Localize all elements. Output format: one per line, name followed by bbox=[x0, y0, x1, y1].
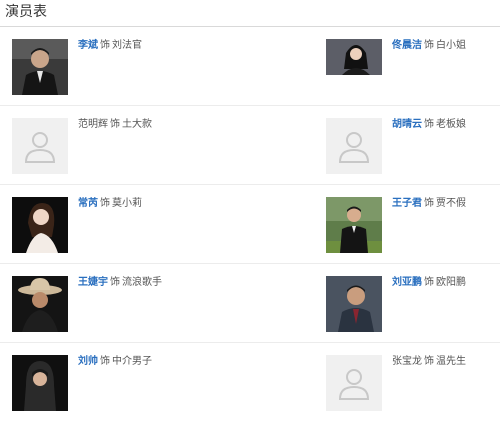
actor-photo-image bbox=[12, 355, 68, 411]
cast-card: 佟晨洁饰白小姐 bbox=[326, 27, 500, 105]
role-name: 欧阳鹏 bbox=[436, 277, 466, 288]
actor-name-link[interactable]: 胡晴云 bbox=[392, 119, 422, 130]
person-placeholder-icon bbox=[338, 132, 370, 163]
actor-photo-placeholder bbox=[326, 118, 382, 174]
actor-photo[interactable] bbox=[12, 197, 68, 253]
as-label: 饰 bbox=[424, 356, 434, 367]
cast-card: 王婕宇饰流浪歌手 bbox=[12, 264, 252, 342]
role-name: 流浪歌手 bbox=[122, 277, 162, 288]
cast-card: 张宝龙饰温先生 bbox=[326, 343, 500, 421]
actor-name-link[interactable]: 常芮 bbox=[78, 198, 98, 209]
as-label: 饰 bbox=[110, 277, 120, 288]
actor-photo[interactable] bbox=[326, 197, 382, 253]
actor-photo[interactable] bbox=[12, 276, 68, 332]
as-label: 饰 bbox=[100, 40, 110, 51]
cast-card: 刘亚鹏饰欧阳鹏 bbox=[326, 264, 500, 342]
actor-photo-image bbox=[12, 276, 68, 332]
actor-name-link[interactable]: 佟晨洁 bbox=[392, 40, 422, 51]
role-name: 土大款 bbox=[122, 119, 152, 130]
role-name: 老板娘 bbox=[436, 119, 466, 130]
as-label: 饰 bbox=[100, 198, 110, 209]
actor-photo-image bbox=[12, 39, 68, 95]
actor-name-link[interactable]: 李斌 bbox=[78, 40, 98, 51]
cast-info: 常芮饰莫小莉 bbox=[78, 197, 142, 211]
cast-card: 李斌饰刘法官 bbox=[12, 27, 252, 105]
cast-grid: 李斌饰刘法官 佟晨洁饰白小姐 范明辉 饰 土大款 胡晴云 饰 老板娘 常芮 饰 … bbox=[0, 27, 500, 421]
cast-row: 刘帅饰中介男子 张宝龙饰温先生 bbox=[0, 343, 500, 421]
actor-name-link[interactable]: 王子君 bbox=[392, 198, 422, 209]
cast-row: 常芮饰莫小莉 王子君饰贾不假 bbox=[0, 185, 500, 264]
actor-photo-image bbox=[326, 276, 382, 332]
cast-info: 王子君饰贾不假 bbox=[392, 197, 466, 211]
role-name: 白小姐 bbox=[436, 40, 466, 51]
cast-card: 常芮饰莫小莉 bbox=[12, 185, 252, 263]
role-name: 刘法官 bbox=[112, 40, 142, 51]
actor-photo-placeholder bbox=[12, 118, 68, 174]
role-name: 温先生 bbox=[436, 356, 466, 367]
cast-info: 张宝龙饰温先生 bbox=[392, 355, 466, 369]
cast-info: 刘帅饰中介男子 bbox=[78, 355, 152, 369]
cast-info: 刘亚鹏饰欧阳鹏 bbox=[392, 276, 466, 290]
person-placeholder-icon bbox=[338, 369, 370, 400]
role-name: 中介男子 bbox=[112, 356, 152, 367]
section-title: 演员表 bbox=[5, 4, 47, 20]
as-label: 饰 bbox=[110, 119, 120, 130]
role-name: 莫小莉 bbox=[112, 198, 142, 209]
cast-page: 演员表 李斌饰刘法官 佟晨洁 饰 白小姐 范明辉 饰 土大款 胡晴云 饰 老板娘… bbox=[0, 0, 500, 419]
actor-name: 范明辉 bbox=[78, 119, 108, 130]
cast-row: 范明辉饰土大款 胡晴云饰老板娘 bbox=[0, 106, 500, 185]
cast-info: 范明辉饰土大款 bbox=[78, 118, 152, 132]
cast-row: 王婕宇饰流浪歌手 刘亚鹏饰欧阳鹏 bbox=[0, 264, 500, 343]
actor-photo[interactable] bbox=[12, 355, 68, 411]
actor-name: 张宝龙 bbox=[392, 356, 422, 367]
cast-row: 李斌饰刘法官 佟晨洁饰白小姐 bbox=[0, 27, 500, 106]
cast-info: 佟晨洁饰白小姐 bbox=[392, 39, 466, 53]
cast-info: 胡晴云饰老板娘 bbox=[392, 118, 466, 132]
as-label: 饰 bbox=[424, 198, 434, 209]
cast-card: 范明辉饰土大款 bbox=[12, 106, 252, 184]
actor-name-link[interactable]: 王婕宇 bbox=[78, 277, 108, 288]
as-label: 饰 bbox=[424, 40, 434, 51]
cast-card: 刘帅饰中介男子 bbox=[12, 343, 252, 421]
role-name: 贾不假 bbox=[436, 198, 466, 209]
actor-photo-placeholder bbox=[326, 355, 382, 411]
actor-photo-image bbox=[12, 197, 68, 253]
actor-name-link[interactable]: 刘帅 bbox=[78, 356, 98, 367]
actor-photo[interactable] bbox=[326, 39, 382, 75]
cast-info: 王婕宇饰流浪歌手 bbox=[78, 276, 162, 290]
actor-photo-image bbox=[326, 39, 382, 75]
actor-photo[interactable] bbox=[12, 39, 68, 95]
cast-info: 李斌饰刘法官 bbox=[78, 39, 142, 53]
as-label: 饰 bbox=[424, 119, 434, 130]
cast-card: 胡晴云饰老板娘 bbox=[326, 106, 500, 184]
as-label: 饰 bbox=[424, 277, 434, 288]
actor-name-link[interactable]: 刘亚鹏 bbox=[392, 277, 422, 288]
person-placeholder-icon bbox=[24, 132, 56, 163]
as-label: 饰 bbox=[100, 356, 110, 367]
actor-photo-image bbox=[326, 197, 382, 253]
actor-photo[interactable] bbox=[326, 276, 382, 332]
cast-card: 王子君饰贾不假 bbox=[326, 185, 500, 263]
